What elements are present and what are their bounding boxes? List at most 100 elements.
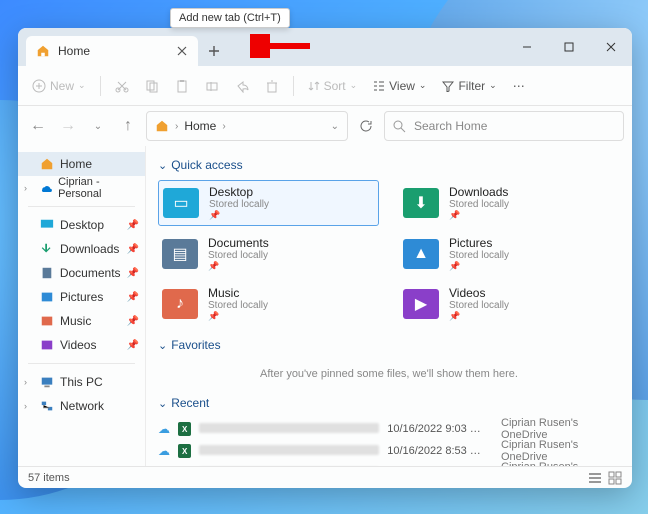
up-button[interactable]: ↑ — [116, 114, 140, 138]
filter-button[interactable]: Filter⌄ — [436, 72, 502, 100]
quick-access-music[interactable]: ♪MusicStored locally📌 — [158, 282, 379, 326]
pin-icon: 📌 — [449, 210, 509, 221]
view-button[interactable]: View⌄ — [367, 72, 432, 100]
pin-icon: 📌 — [449, 261, 509, 272]
sidebar-item-home[interactable]: Home — [18, 152, 145, 176]
copy-icon — [145, 79, 159, 93]
folder-icon: ♪ — [162, 289, 198, 319]
quick-access-pictures[interactable]: ▲PicturesStored locally📌 — [399, 232, 620, 276]
favorites-empty-text: After you've pinned some files, we'll sh… — [158, 368, 620, 380]
cut-icon — [115, 79, 129, 93]
search-icon — [393, 120, 406, 133]
folder-icon: ⬇ — [403, 188, 439, 218]
sidebar-item-thispc[interactable]: ›This PC — [18, 370, 145, 394]
onedrive-icon — [39, 181, 52, 195]
pin-icon: 📌 — [127, 316, 139, 327]
share-button[interactable] — [229, 72, 255, 100]
forward-button[interactable]: → — [56, 114, 80, 138]
share-icon — [235, 79, 249, 93]
excel-icon: X — [178, 444, 191, 458]
content-area: Quick access ▭DesktopStored locally📌 ⬇Dow… — [146, 146, 632, 466]
item-count: 57 items — [28, 472, 70, 484]
new-icon — [32, 79, 46, 93]
copy-button[interactable] — [139, 72, 165, 100]
rename-button[interactable] — [199, 72, 225, 100]
details-view-button[interactable] — [588, 471, 602, 485]
close-window-button[interactable] — [590, 28, 632, 66]
home-icon — [36, 44, 50, 58]
maximize-icon — [564, 42, 574, 52]
pin-icon: 📌 — [208, 311, 268, 322]
recent-locations-button[interactable]: ⌄ — [86, 114, 110, 138]
pictures-icon — [40, 290, 54, 304]
pin-icon: 📌 — [127, 268, 139, 279]
tab-close-button[interactable] — [174, 43, 190, 59]
search-box[interactable]: Search Home — [384, 111, 624, 141]
quick-access-downloads[interactable]: ⬇DownloadsStored locally📌 — [399, 180, 620, 226]
tab-strip: Home — [18, 28, 632, 66]
nav-row: ← → ⌄ ↑ › Home › ⌄ Search Home — [18, 106, 632, 146]
minimize-button[interactable] — [506, 28, 548, 66]
close-icon — [606, 42, 616, 52]
recent-file-row[interactable]: ☁X10/16/2022 8:46 …Ciprian Rusen's OneDr… — [158, 462, 620, 466]
quick-access-documents[interactable]: ▤DocumentsStored locally📌 — [158, 232, 379, 276]
recent-file-row[interactable]: ☁X10/16/2022 9:03 …Ciprian Rusen's OneDr… — [158, 418, 620, 440]
section-recent[interactable]: Recent — [158, 396, 620, 410]
back-button[interactable]: ← — [26, 114, 50, 138]
tab-title: Home — [58, 44, 90, 58]
navigation-pane: Home › Ciprian - Personal Desktop📌 Downl… — [18, 146, 146, 466]
sidebar-item-personal[interactable]: › Ciprian - Personal — [18, 176, 145, 200]
pin-icon: 📌 — [127, 244, 139, 255]
section-favorites[interactable]: Favorites — [158, 338, 620, 352]
delete-button[interactable] — [259, 72, 285, 100]
pin-icon: 📌 — [208, 261, 269, 272]
desktop-icon — [40, 218, 54, 232]
sidebar-item-pictures[interactable]: Pictures📌 — [18, 285, 145, 309]
section-quick-access[interactable]: Quick access — [158, 158, 620, 172]
search-placeholder: Search Home — [414, 119, 487, 133]
pin-icon: 📌 — [449, 311, 509, 322]
sidebar-item-desktop[interactable]: Desktop📌 — [18, 213, 145, 237]
cut-button[interactable] — [109, 72, 135, 100]
more-button[interactable]: ⋯ — [507, 72, 531, 100]
quick-access-desktop[interactable]: ▭DesktopStored locally📌 — [158, 180, 379, 226]
paste-icon — [175, 79, 189, 93]
new-button[interactable]: New ⌄ — [26, 72, 92, 100]
recent-file-row[interactable]: ☁X10/16/2022 8:53 …Ciprian Rusen's OneDr… — [158, 440, 620, 462]
plus-icon — [208, 45, 220, 57]
home-icon — [155, 119, 169, 133]
thumbnails-view-button[interactable] — [608, 471, 622, 485]
status-bar: 57 items — [18, 466, 632, 488]
file-explorer-window: Home New ⌄ Sort⌄ — [18, 28, 632, 488]
sidebar-item-network[interactable]: ›Network — [18, 394, 145, 418]
paste-button[interactable] — [169, 72, 195, 100]
chevron-down-icon[interactable]: ⌄ — [331, 121, 339, 132]
minimize-icon — [522, 42, 532, 52]
sidebar-item-documents[interactable]: Documents📌 — [18, 261, 145, 285]
cloud-icon: ☁ — [158, 444, 170, 458]
excel-icon: X — [178, 422, 191, 436]
address-bar[interactable]: › Home › ⌄ — [146, 111, 348, 141]
sort-button[interactable]: Sort⌄ — [302, 72, 364, 100]
pin-icon: 📌 — [127, 292, 139, 303]
breadcrumb-home[interactable]: Home — [184, 119, 216, 133]
folder-icon: ▭ — [163, 188, 199, 218]
view-icon — [373, 80, 385, 92]
annotation-arrow — [250, 34, 320, 58]
sidebar-item-downloads[interactable]: Downloads📌 — [18, 237, 145, 261]
new-tab-button[interactable] — [198, 36, 230, 66]
close-icon — [177, 46, 187, 56]
refresh-icon — [359, 119, 373, 133]
quick-access-videos[interactable]: ▶VideosStored locally📌 — [399, 282, 620, 326]
rename-icon — [205, 79, 219, 93]
sidebar-item-music[interactable]: Music📌 — [18, 309, 145, 333]
refresh-button[interactable] — [354, 114, 378, 138]
maximize-button[interactable] — [548, 28, 590, 66]
new-tab-tooltip: Add new tab (Ctrl+T) — [170, 8, 290, 28]
sidebar-item-videos[interactable]: Videos📌 — [18, 333, 145, 357]
tab-home[interactable]: Home — [26, 36, 198, 66]
documents-icon — [40, 266, 54, 280]
downloads-icon — [40, 242, 54, 256]
music-icon — [40, 314, 54, 328]
folder-icon: ▤ — [162, 239, 198, 269]
